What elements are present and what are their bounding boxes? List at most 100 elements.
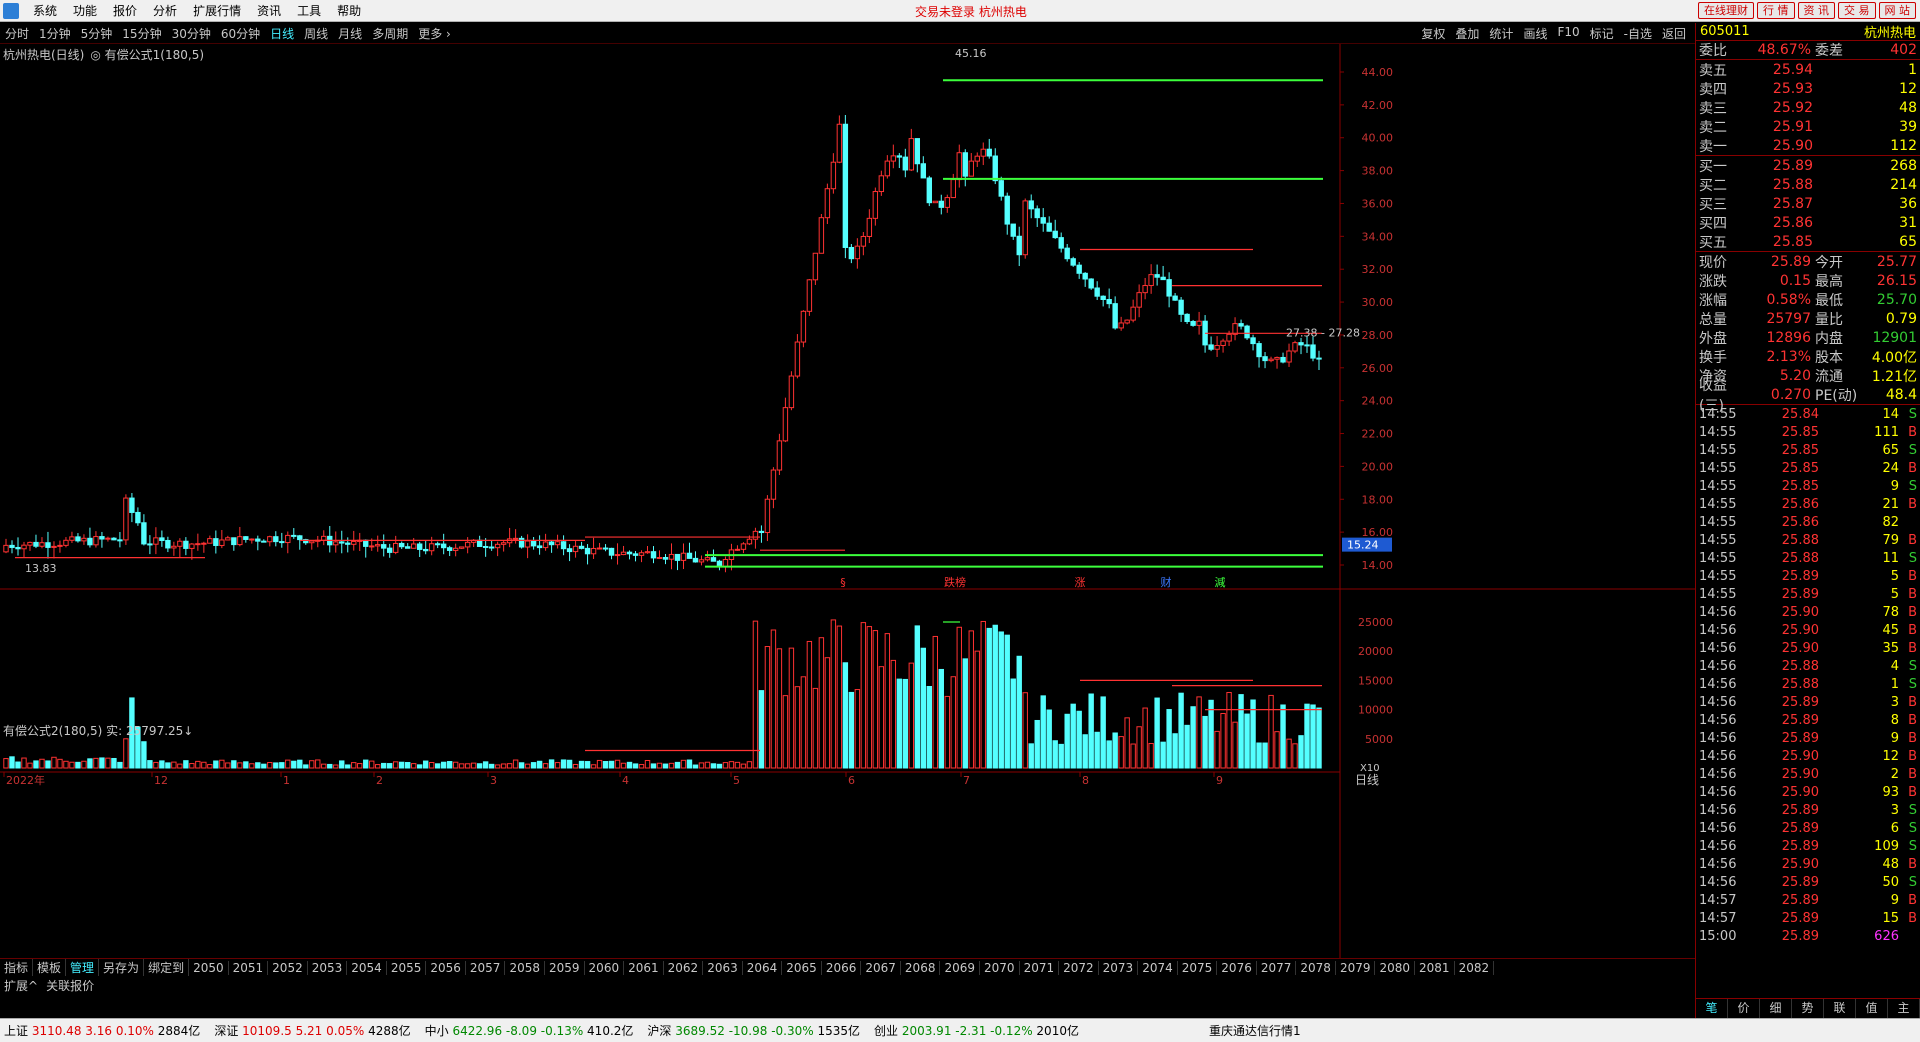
formula-tab-10[interactable]: 2055 [387, 960, 427, 975]
formula-tab-11[interactable]: 2056 [426, 960, 466, 975]
period-tab-7[interactable]: 周线 [299, 25, 333, 42]
menu-item-1[interactable]: 功能 [65, 2, 105, 19]
formula-tab-35[interactable]: 2080 [1375, 960, 1416, 975]
candle-body [351, 540, 357, 545]
formula-tab-21[interactable]: 2066 [822, 960, 862, 975]
sell-row-1[interactable]: 卖四 25.93 12 [1696, 79, 1920, 98]
sell-label: 卖四 [1699, 81, 1727, 98]
formula-tab-2[interactable]: 管理 [66, 959, 100, 976]
formula-tab-4[interactable]: 绑定到 [144, 959, 190, 976]
formula-tab-34[interactable]: 2079 [1336, 960, 1376, 975]
formula-tab-32[interactable]: 2077 [1257, 960, 1297, 975]
period-tab-6[interactable]: 日线 [265, 25, 299, 42]
top-button-4[interactable]: 网 站 [1878, 2, 1916, 19]
buy-row-1[interactable]: 买二 25.88 214 [1696, 175, 1920, 194]
formula-tab-12[interactable]: 2057 [466, 960, 506, 975]
formula-tab-8[interactable]: 2053 [308, 960, 348, 975]
formula-tab-31[interactable]: 2076 [1217, 960, 1257, 975]
formula-tab-23[interactable]: 2068 [901, 960, 941, 975]
formula-tab-28[interactable]: 2073 [1099, 960, 1139, 975]
formula-tab-24[interactable]: 2069 [940, 960, 981, 975]
buy-row-0[interactable]: 买一 25.89 268 [1696, 156, 1920, 175]
kline-chart[interactable]: 44.00 42.00 40.00 38.00 36.00 34.00 32.00 30.00… [0, 44, 1695, 958]
formula-tab-26[interactable]: 2071 [1020, 960, 1060, 975]
index-1[interactable]: 深证 10109.5 5.21 0.05% 4288亿 [214, 1022, 410, 1039]
menu-item-6[interactable]: 工具 [289, 2, 329, 19]
formula-tab-14[interactable]: 2059 [545, 960, 585, 975]
formula-tab-7[interactable]: 2052 [268, 960, 308, 975]
menu-item-5[interactable]: 资讯 [249, 2, 289, 19]
formula-tab-27[interactable]: 2072 [1059, 960, 1099, 975]
period-tab-5[interactable]: 60分钟 [216, 25, 265, 42]
tool-button-0[interactable]: 复权 [1416, 25, 1450, 42]
formula-tab-33[interactable]: 2078 [1296, 960, 1336, 975]
extra-tab-0[interactable]: 扩展^ [0, 977, 42, 994]
panel-tab-6[interactable]: 主 [1888, 999, 1920, 1018]
formula-tab-29[interactable]: 2074 [1138, 960, 1178, 975]
menu-item-7[interactable]: 帮助 [329, 2, 369, 19]
formula-tab-3[interactable]: 另存为 [99, 959, 145, 976]
extra-tab-1[interactable]: 关联报价 [42, 977, 98, 994]
tool-button-7[interactable]: 返回 [1657, 25, 1691, 42]
period-tab-9[interactable]: 多周期 [367, 25, 413, 42]
menu-item-3[interactable]: 分析 [145, 2, 185, 19]
formula-tab-13[interactable]: 2058 [505, 960, 545, 975]
formula-tab-30[interactable]: 2075 [1178, 960, 1218, 975]
sell-row-0[interactable]: 卖五 25.94 1 [1696, 60, 1920, 79]
sell-row-4[interactable]: 卖一 25.90 112 [1696, 136, 1920, 155]
period-tab-3[interactable]: 15分钟 [117, 25, 166, 42]
formula-tab-36[interactable]: 2081 [1415, 960, 1455, 975]
period-tab-0[interactable]: 分时 [0, 25, 34, 42]
formula-tab-5[interactable]: 2050 [189, 960, 229, 975]
panel-tab-1[interactable]: 价 [1728, 999, 1760, 1018]
formula-tab-1[interactable]: 模板 [33, 959, 67, 976]
panel-tab-3[interactable]: 势 [1792, 999, 1824, 1018]
buy-row-4[interactable]: 买五 25.85 65 [1696, 232, 1920, 251]
tool-button-1[interactable]: 叠加 [1450, 25, 1484, 42]
formula-tab-0[interactable]: 指标 [0, 959, 34, 976]
buy-volume: 31 [1899, 214, 1917, 231]
formula-tab-20[interactable]: 2065 [782, 960, 822, 975]
formula-tab-15[interactable]: 2060 [585, 960, 625, 975]
period-tab-4[interactable]: 30分钟 [167, 25, 216, 42]
period-tab-2[interactable]: 5分钟 [76, 25, 118, 42]
formula-tab-6[interactable]: 2051 [229, 960, 269, 975]
top-button-2[interactable]: 资 讯 [1797, 2, 1835, 19]
index-3[interactable]: 沪深 3689.52 -10.98 -0.30% 1535亿 [647, 1022, 860, 1039]
period-tab-8[interactable]: 月线 [333, 25, 367, 42]
formula-tab-19[interactable]: 2064 [743, 960, 783, 975]
volume-bar [1232, 721, 1238, 769]
top-button-3[interactable]: 交 易 [1838, 2, 1876, 19]
panel-tab-4[interactable]: 联 [1824, 999, 1856, 1018]
formula-tab-9[interactable]: 2054 [347, 960, 387, 975]
sell-row-3[interactable]: 卖二 25.91 39 [1696, 117, 1920, 136]
top-button-0[interactable]: 在线理财 [1698, 2, 1754, 19]
buy-row-2[interactable]: 买三 25.87 36 [1696, 194, 1920, 213]
sell-row-2[interactable]: 卖三 25.92 48 [1696, 98, 1920, 117]
menu-item-0[interactable]: 系统 [25, 2, 65, 19]
tool-button-4[interactable]: F10 [1552, 25, 1584, 42]
formula-tab-37[interactable]: 2082 [1455, 960, 1495, 975]
panel-tab-5[interactable]: 值 [1856, 999, 1888, 1018]
formula-tab-17[interactable]: 2062 [664, 960, 704, 975]
formula-tab-22[interactable]: 2067 [861, 960, 901, 975]
tool-button-3[interactable]: 画线 [1518, 25, 1552, 42]
formula-tab-25[interactable]: 2070 [980, 960, 1020, 975]
tool-button-2[interactable]: 统计 [1484, 25, 1518, 42]
candle-body [530, 540, 537, 547]
index-0[interactable]: 上证 3110.48 3.16 0.10% 2884亿 [4, 1022, 200, 1039]
menu-item-2[interactable]: 报价 [105, 2, 145, 19]
index-4[interactable]: 创业 2003.91 -2.31 -0.12% 2010亿 [874, 1022, 1079, 1039]
buy-row-3[interactable]: 买四 25.86 31 [1696, 213, 1920, 232]
period-tab-1[interactable]: 1分钟 [34, 25, 76, 42]
index-2[interactable]: 中小 6422.96 -8.09 -0.13% 410.2亿 [425, 1022, 634, 1039]
panel-tab-2[interactable]: 细 [1760, 999, 1792, 1018]
panel-tab-0[interactable]: 笔 [1696, 999, 1728, 1018]
menu-item-4[interactable]: 扩展行情 [185, 2, 249, 19]
tool-button-5[interactable]: 标记 [1585, 25, 1619, 42]
formula-tab-16[interactable]: 2061 [624, 960, 664, 975]
formula-tab-18[interactable]: 2063 [703, 960, 743, 975]
period-tab-10[interactable]: 更多 › [413, 25, 456, 42]
top-button-1[interactable]: 行 情 [1757, 2, 1795, 19]
tool-button-6[interactable]: -自选 [1619, 25, 1657, 42]
